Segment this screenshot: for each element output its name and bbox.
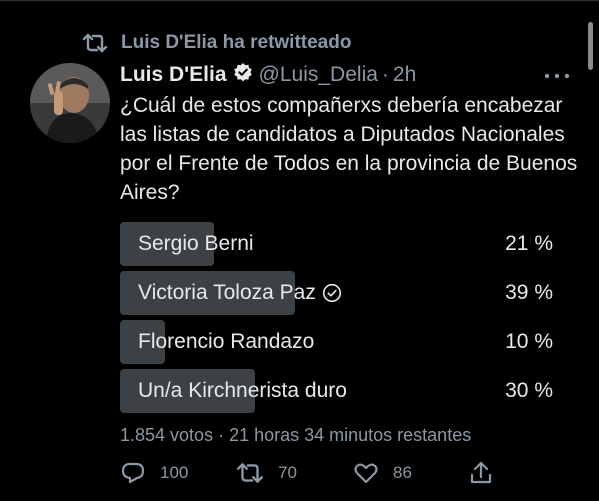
poll-option-label: Victoria Toloza Paz bbox=[138, 281, 316, 304]
poll-option-label: Un/a Kirchnerista duro bbox=[138, 379, 347, 402]
tweet-header: Luis D'Elia @Luis_Delia · 2h bbox=[120, 61, 416, 89]
poll-option-percent: 21 % bbox=[505, 232, 553, 255]
poll-meta: 1.854 votos · 21 horas 34 minutos restan… bbox=[120, 425, 472, 445]
poll: Sergio Berni 21 % Victoria Toloza Paz 39… bbox=[120, 222, 553, 418]
avatar[interactable] bbox=[30, 63, 110, 143]
reply-count: 100 bbox=[160, 463, 189, 482]
poll-option-percent: 10 % bbox=[505, 330, 553, 353]
like-button[interactable]: 86 bbox=[353, 459, 412, 487]
retweet-banner-label: Luis D'Elia ha retwitteado bbox=[121, 32, 352, 53]
poll-option[interactable]: Victoria Toloza Paz 39 % bbox=[120, 271, 553, 315]
poll-option[interactable]: Un/a Kirchnerista duro 30 % bbox=[120, 369, 553, 413]
reply-button[interactable]: 100 bbox=[120, 459, 188, 487]
poll-option[interactable]: Florencio Randazo 10 % bbox=[120, 320, 553, 364]
retweet-banner[interactable]: Luis D'Elia ha retwitteado bbox=[82, 30, 351, 56]
author-handle[interactable]: @Luis_Delia bbox=[259, 63, 378, 87]
header-separator: · bbox=[381, 63, 389, 86]
poll-option[interactable]: Sergio Berni 21 % bbox=[120, 222, 553, 266]
reply-icon bbox=[120, 461, 146, 485]
more-options-button[interactable] bbox=[540, 61, 574, 89]
share-button[interactable] bbox=[468, 459, 494, 487]
poll-option-percent: 30 % bbox=[505, 379, 553, 402]
scrollbar[interactable] bbox=[588, 22, 593, 70]
selected-check-icon bbox=[316, 283, 342, 303]
retweet-count: 70 bbox=[278, 463, 297, 482]
retweet-button[interactable]: 70 bbox=[236, 459, 297, 487]
like-count: 86 bbox=[393, 463, 412, 482]
share-icon bbox=[468, 460, 494, 486]
retweet-icon bbox=[82, 32, 108, 54]
heart-icon bbox=[353, 461, 379, 485]
retweet-icon bbox=[236, 461, 264, 485]
tweet-timestamp[interactable]: 2h bbox=[393, 63, 416, 87]
verified-icon bbox=[233, 62, 253, 88]
more-icon bbox=[544, 66, 570, 84]
top-divider bbox=[0, 0, 599, 1]
author-name[interactable]: Luis D'Elia bbox=[120, 63, 227, 87]
tweet-actions: 100 70 86 bbox=[120, 459, 599, 487]
tweet-text: ¿Cuál de estos compañerxs debería encabe… bbox=[120, 94, 578, 204]
poll-option-label: Florencio Randazo bbox=[138, 330, 315, 353]
poll-option-percent: 39 % bbox=[505, 281, 553, 304]
poll-option-label: Sergio Berni bbox=[138, 232, 254, 255]
